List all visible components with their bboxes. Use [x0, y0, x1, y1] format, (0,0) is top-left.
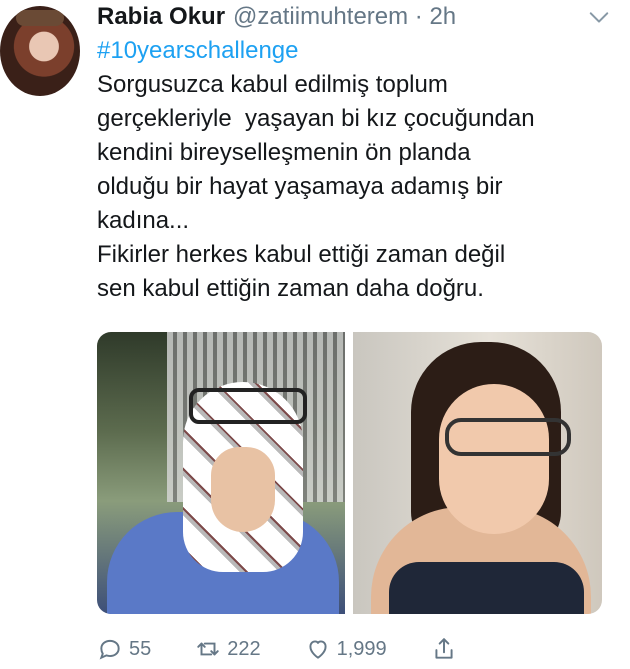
share-icon: [435, 638, 453, 659]
retweet-icon: [197, 642, 219, 656]
tweet-line: gerçekleriyle yaşayan bi kız çocuğundan: [97, 105, 535, 132]
photo-left[interactable]: [97, 332, 345, 614]
reply-icon: [99, 639, 120, 660]
avatar[interactable]: [0, 6, 80, 96]
retweet-button[interactable]: 222: [195, 636, 261, 662]
like-count: 1,999: [336, 637, 387, 660]
chevron-down-icon[interactable]: [588, 6, 610, 28]
share-button[interactable]: [431, 636, 457, 662]
tweet-line: Fikirler herkes kabul ettiği zaman değil: [97, 241, 506, 268]
like-button[interactable]: 1,999: [305, 636, 387, 662]
tweet-line: kendini bireyselleşmenin ön planda: [97, 139, 471, 166]
display-name[interactable]: Rabia Okur: [97, 3, 225, 31]
tweet-line: olduğu bir hayat yaşamaya adamış bir: [97, 173, 503, 200]
heart-icon: [309, 640, 327, 659]
tweet-header: Rabia Okur @zatiimuhterem · 2h: [97, 0, 456, 34]
tweet-line: kadına...: [97, 207, 190, 234]
media-grid: [97, 332, 602, 614]
tweet-text: #10yearschallenge Sorgusuzca kabul edilm…: [97, 34, 617, 306]
reply-button[interactable]: 55: [97, 636, 151, 662]
handle-and-time[interactable]: @zatiimuhterem · 2h: [233, 3, 456, 31]
retweet-count: 222: [227, 637, 261, 660]
photo-right[interactable]: [353, 332, 602, 614]
tweet-line: Sorgusuzca kabul edilmiş toplum: [97, 71, 448, 98]
hashtag-link[interactable]: #10yearschallenge: [97, 34, 617, 68]
reply-count: 55: [129, 637, 152, 660]
tweet-actions: 55 222 1,999: [97, 632, 527, 666]
tweet-line: sen kabul ettiğin zaman daha doğru.: [97, 275, 484, 302]
